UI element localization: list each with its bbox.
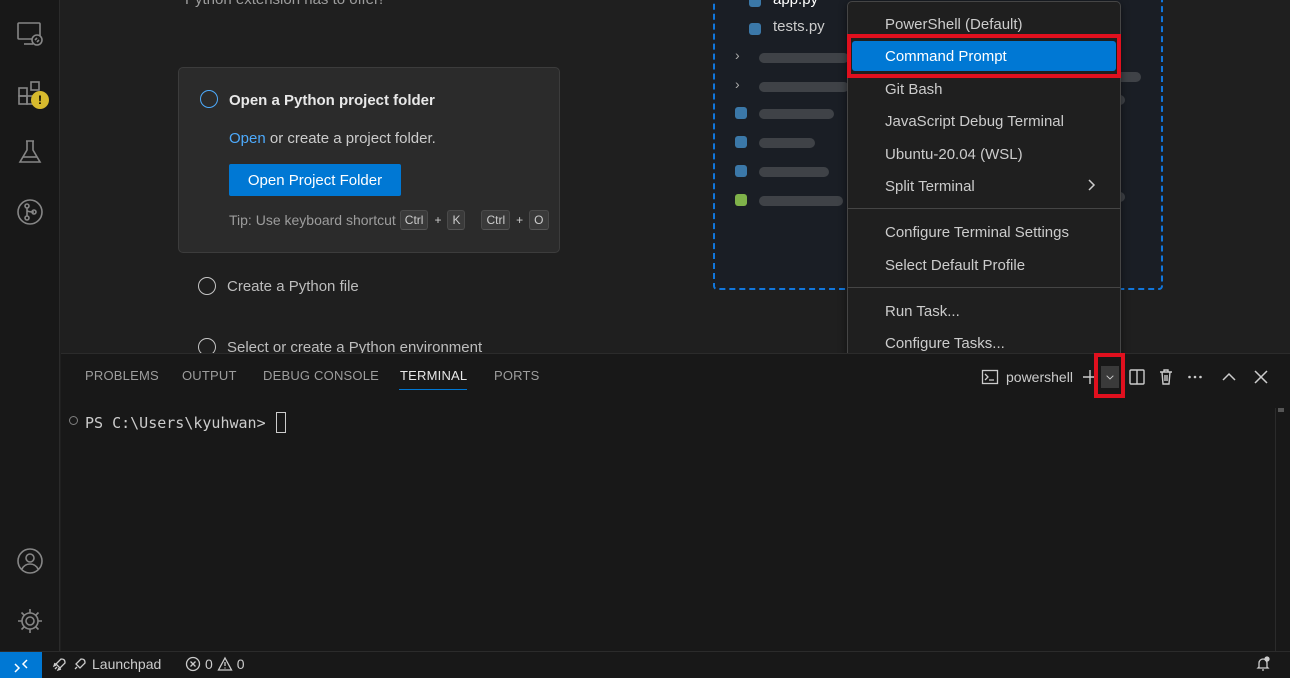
walkthrough-intro-text: Python extension has to offer! bbox=[185, 0, 383, 8]
kbd-o: O bbox=[529, 210, 549, 230]
error-count: 0 bbox=[205, 656, 213, 672]
menu-item-split-terminal[interactable]: Split Terminal bbox=[852, 171, 1116, 201]
menu-item-ubuntu-wsl[interactable]: Ubuntu-20.04 (WSL) bbox=[852, 139, 1116, 169]
bottom-panel: PROBLEMS OUTPUT DEBUG CONSOLE TERMINAL P… bbox=[61, 353, 1290, 652]
warning-count: 0 bbox=[236, 656, 245, 672]
error-icon bbox=[185, 656, 201, 672]
split-terminal-icon[interactable] bbox=[1126, 366, 1148, 388]
manage-gear-icon[interactable] bbox=[0, 597, 60, 645]
terminal-name[interactable]: powershell bbox=[1006, 369, 1073, 385]
menu-item-select-default-profile[interactable]: Select Default Profile bbox=[852, 250, 1116, 280]
python-file-icon bbox=[735, 107, 747, 119]
walkthrough-step-open-folder[interactable]: Open a Python project folder Open or cre… bbox=[178, 67, 560, 253]
menu-item-configure-terminal-settings[interactable]: Configure Terminal Settings bbox=[852, 217, 1116, 247]
kbd-ctrl: Ctrl bbox=[399, 210, 429, 230]
vscode-window: ! Python extension has to offer! Open a … bbox=[0, 0, 1290, 678]
step-title: Select or create a Python environment bbox=[227, 339, 483, 353]
warning-badge-icon: ! bbox=[31, 91, 49, 109]
maximize-panel-icon[interactable] bbox=[1218, 366, 1240, 388]
menu-item-powershell[interactable]: PowerShell (Default) bbox=[852, 9, 1116, 39]
terminal-dropdown-icon[interactable] bbox=[1101, 366, 1119, 388]
source-control-icon[interactable] bbox=[0, 188, 60, 236]
rocket-icon bbox=[52, 658, 66, 672]
menu-item-js-debug-terminal[interactable]: JavaScript Debug Terminal bbox=[852, 106, 1116, 136]
activity-bar: ! bbox=[0, 0, 60, 651]
kbd-ctrl: Ctrl bbox=[481, 210, 511, 230]
chevron-right-icon: › bbox=[735, 76, 740, 92]
open-link[interactable]: Open bbox=[229, 130, 266, 147]
open-project-folder-button[interactable]: Open Project Folder bbox=[229, 164, 401, 196]
active-tab-indicator bbox=[399, 389, 467, 390]
remote-indicator-icon[interactable] bbox=[0, 652, 42, 678]
tab-terminal[interactable]: TERMINAL bbox=[400, 368, 467, 383]
menu-separator bbox=[848, 287, 1120, 288]
warning-icon bbox=[217, 656, 233, 671]
problems-item[interactable]: 0 0 bbox=[185, 656, 245, 672]
remote-explorer-icon[interactable] bbox=[0, 10, 60, 58]
step-description: Open or create a project folder. bbox=[229, 130, 436, 147]
python-file-icon bbox=[749, 23, 761, 35]
terminal-profile-menu: PowerShell (Default) Command Prompt Git … bbox=[847, 1, 1121, 362]
python-file-icon bbox=[735, 136, 747, 148]
chevron-right-icon: › bbox=[735, 47, 740, 63]
terminal-prompt-line[interactable]: PS C:\Users\kyuhwan> bbox=[85, 412, 286, 433]
step-status-icon bbox=[198, 277, 216, 295]
more-actions-icon[interactable] bbox=[1184, 366, 1206, 388]
step-title: Create a Python file bbox=[227, 278, 359, 295]
menu-separator bbox=[848, 208, 1120, 209]
kbd-k: K bbox=[447, 210, 466, 230]
menu-item-git-bash[interactable]: Git Bash bbox=[852, 74, 1116, 104]
step-status-icon bbox=[198, 338, 216, 353]
menu-item-command-prompt[interactable]: Command Prompt bbox=[852, 41, 1116, 71]
terminal-icon bbox=[979, 366, 1001, 388]
notifications-bell-icon[interactable] bbox=[1255, 656, 1271, 672]
rocket-icon bbox=[74, 658, 86, 670]
terminal-prompt: PS C:\Users\kyuhwan> bbox=[85, 413, 266, 432]
extensions-icon[interactable]: ! bbox=[0, 69, 60, 117]
tab-ports[interactable]: PORTS bbox=[494, 368, 540, 383]
tab-output[interactable]: OUTPUT bbox=[182, 368, 237, 383]
python-file-icon bbox=[749, 0, 761, 7]
new-terminal-icon[interactable] bbox=[1079, 366, 1101, 388]
terminal-scrollbar[interactable] bbox=[1275, 408, 1289, 652]
kill-terminal-icon[interactable] bbox=[1155, 366, 1177, 388]
launchpad-item[interactable]: Launchpad bbox=[52, 656, 161, 672]
step-title: Open a Python project folder bbox=[229, 92, 435, 109]
status-bar: Launchpad 0 0 bbox=[0, 651, 1290, 678]
chevron-right-icon bbox=[1088, 179, 1096, 191]
python-file-icon bbox=[735, 165, 747, 177]
tab-debug-console[interactable]: DEBUG CONSOLE bbox=[263, 368, 379, 383]
table-file-icon bbox=[735, 194, 747, 206]
menu-item-run-task[interactable]: Run Task... bbox=[852, 296, 1116, 326]
accounts-icon[interactable] bbox=[0, 537, 60, 585]
tab-problems[interactable]: PROBLEMS bbox=[85, 368, 159, 383]
terminal-cursor bbox=[275, 412, 286, 433]
step-status-icon bbox=[200, 90, 218, 108]
shortcut-tip: Tip: Use keyboard shortcut Ctrl + K Ctrl + O bbox=[229, 210, 549, 230]
testing-icon[interactable] bbox=[0, 128, 60, 176]
command-decoration-icon bbox=[69, 416, 78, 425]
close-panel-icon[interactable] bbox=[1250, 366, 1272, 388]
